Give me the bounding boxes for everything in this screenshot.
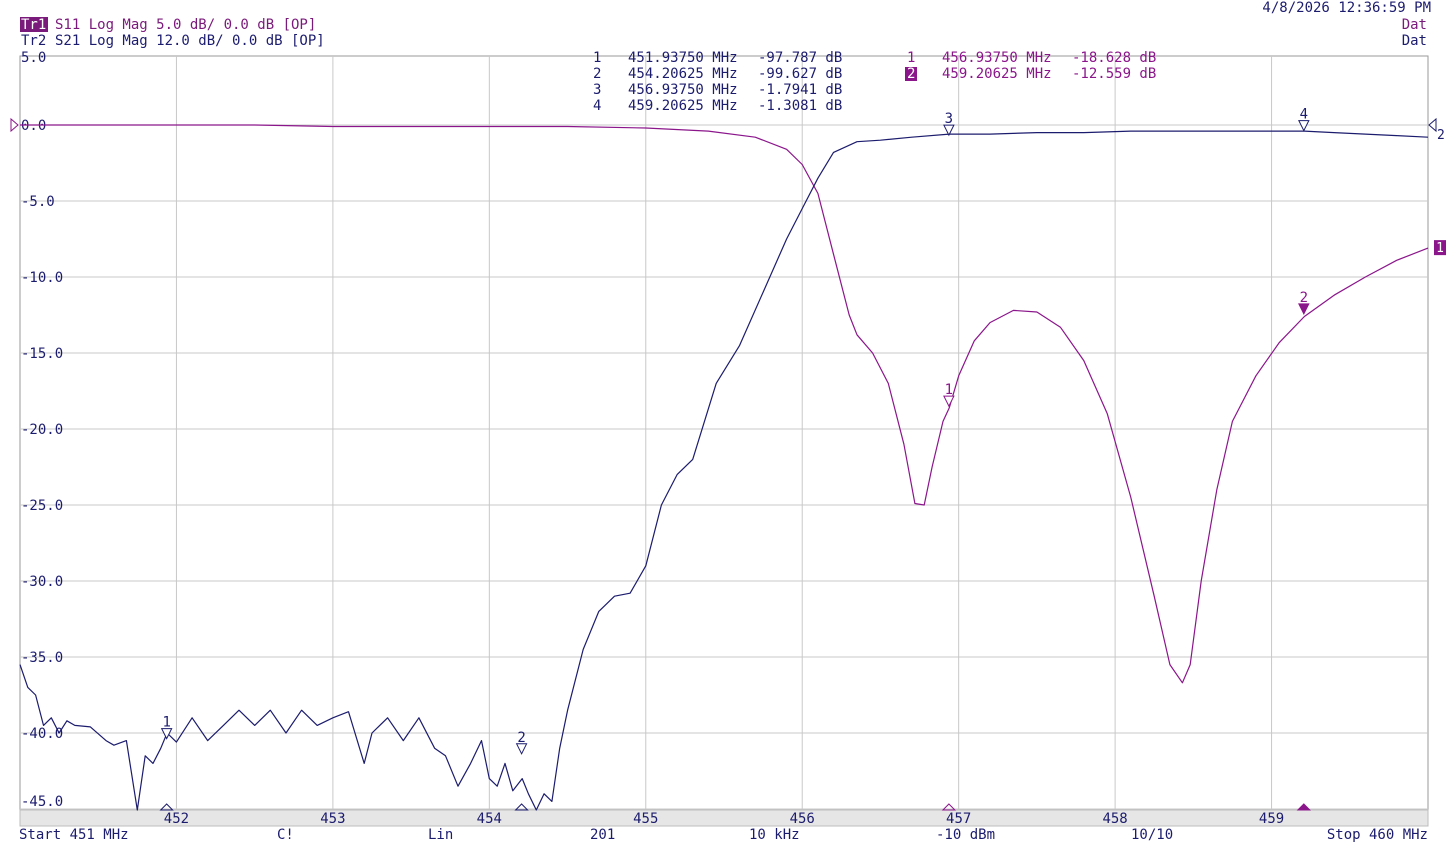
marker-row-s11-frequency: 459.20625 MHz (942, 66, 1052, 82)
y-tick-labels: 5.0 0.0 -5.0 -10.0 -15.0 -20.0 -25.0 -30.0 -35.0… (21, 50, 63, 810)
marker-row-s21-value: -97.787 dB (758, 50, 842, 66)
marker-table-s11: 1 456.93750 MHz -18.628 dB 2 459.20625 MHz -1… (905, 50, 1156, 82)
x-tick-label: 454 (477, 811, 502, 827)
trace2-description: S21 Log Mag 12.0 dB/ 0.0 dB [OP] (55, 33, 325, 49)
footer-status-bar: Start 451 MHz C! Lin 201 10 kHz -10 dBm … (19, 827, 1428, 843)
x-tick-label: 457 (946, 811, 971, 827)
trace-s11-line (20, 124, 1429, 684)
marker-row-s11-number: 2 (907, 66, 915, 82)
marker-row-s11-value: -12.559 dB (1072, 66, 1156, 82)
marker-table-s21: 1 451.93750 MHz -97.787 dB 2 454.20625 MHz -9… (593, 50, 842, 114)
bottom-marker-indicator (1296, 803, 1312, 811)
x-tick-label: 456 (790, 811, 815, 827)
y-tick-label: 5.0 (21, 50, 46, 66)
s21-marker-2-label: 2 (517, 730, 525, 746)
reference-label-1: 1 (1436, 241, 1444, 256)
trace-s21-line (19, 130, 1429, 811)
marker-row-s21-value: -1.7941 dB (758, 82, 842, 98)
trace1-id[interactable]: Tr1 (21, 17, 46, 33)
x-tick-label: 459 (1259, 811, 1284, 827)
header: Tr1 S11 Log Mag 5.0 dB/ 0.0 dB [OP] Tr2 … (20, 0, 1431, 49)
marker-row-s21-frequency: 454.20625 MHz (628, 66, 738, 82)
marker-row-s11-value: -18.628 dB (1072, 50, 1156, 66)
averaging-count[interactable]: 10/10 (1131, 827, 1173, 843)
y-tick-label: -45.0 (21, 794, 63, 810)
analyzer-screen: Tr1 S11 Log Mag 5.0 dB/ 0.0 dB [OP] Tr2 … (10, 0, 1446, 843)
stop-frequency[interactable]: Stop 460 MHz (1327, 827, 1428, 843)
trace-markers: 1 2 3 4 1 2 2 1 (10, 107, 1446, 811)
reference-arrow-right (1428, 117, 1437, 133)
marker-row-s21-value: -1.3081 dB (758, 98, 842, 114)
s11-marker-2-label: 2 (1300, 290, 1308, 306)
y-tick-label: -35.0 (21, 650, 63, 666)
x-tick-label: 453 (320, 811, 345, 827)
y-tick-label: -20.0 (21, 422, 63, 438)
marker-row-s11-number: 1 (907, 50, 915, 66)
marker-row-s21-number: 3 (593, 82, 601, 98)
start-frequency[interactable]: Start 451 MHz (19, 827, 129, 843)
plot-grid (19, 55, 1429, 827)
marker-row-s21-frequency: 451.93750 MHz (628, 50, 738, 66)
marker-row-s11-frequency: 456.93750 MHz (942, 50, 1052, 66)
marker-row-s21-frequency: 459.20625 MHz (628, 98, 738, 114)
y-tick-label: -15.0 (21, 346, 63, 362)
reference-label-2: 2 (1437, 128, 1445, 143)
trace2-data-label: Dat (1402, 33, 1427, 49)
sweep-points[interactable]: 201 (590, 827, 615, 843)
y-tick-label: -25.0 (21, 498, 63, 514)
frequency-axis-strip (19, 809, 1429, 827)
sweep-type[interactable]: Lin (428, 827, 453, 843)
calibration-status[interactable]: C! (277, 827, 294, 843)
s21-marker-3-label: 3 (945, 111, 953, 127)
trace1-description: S11 Log Mag 5.0 dB/ 0.0 dB [OP] (55, 17, 316, 33)
if-bandwidth[interactable]: 10 kHz (749, 827, 800, 843)
marker-row-s21-number: 4 (593, 98, 601, 114)
s21-marker-4-label: 4 (1300, 107, 1308, 123)
traces (19, 124, 1429, 811)
trace1-data-label: Dat (1402, 17, 1427, 33)
y-tick-label: -10.0 (21, 270, 63, 286)
x-tick-label: 452 (164, 811, 189, 827)
y-tick-label: -30.0 (21, 574, 63, 590)
datetime-label: 4/8/2026 12:36:59 PM (1262, 0, 1431, 16)
y-tick-label: 0.0 (21, 118, 46, 134)
s21-marker-1-label: 1 (162, 715, 170, 731)
source-power[interactable]: -10 dBm (936, 827, 995, 843)
marker-row-s21-number: 1 (593, 50, 601, 66)
plot-frame (19, 55, 1429, 811)
reference-arrow-left (10, 117, 19, 133)
x-tick-label: 458 (1102, 811, 1127, 827)
marker-row-s21-value: -99.627 dB (758, 66, 842, 82)
y-tick-label: -5.0 (21, 194, 55, 210)
marker-row-s21-number: 2 (593, 66, 601, 82)
marker-row-s21-frequency: 456.93750 MHz (628, 82, 738, 98)
trace2-id[interactable]: Tr2 (21, 33, 46, 49)
s11-marker-1-label: 1 (945, 382, 953, 398)
x-tick-label: 455 (633, 811, 658, 827)
